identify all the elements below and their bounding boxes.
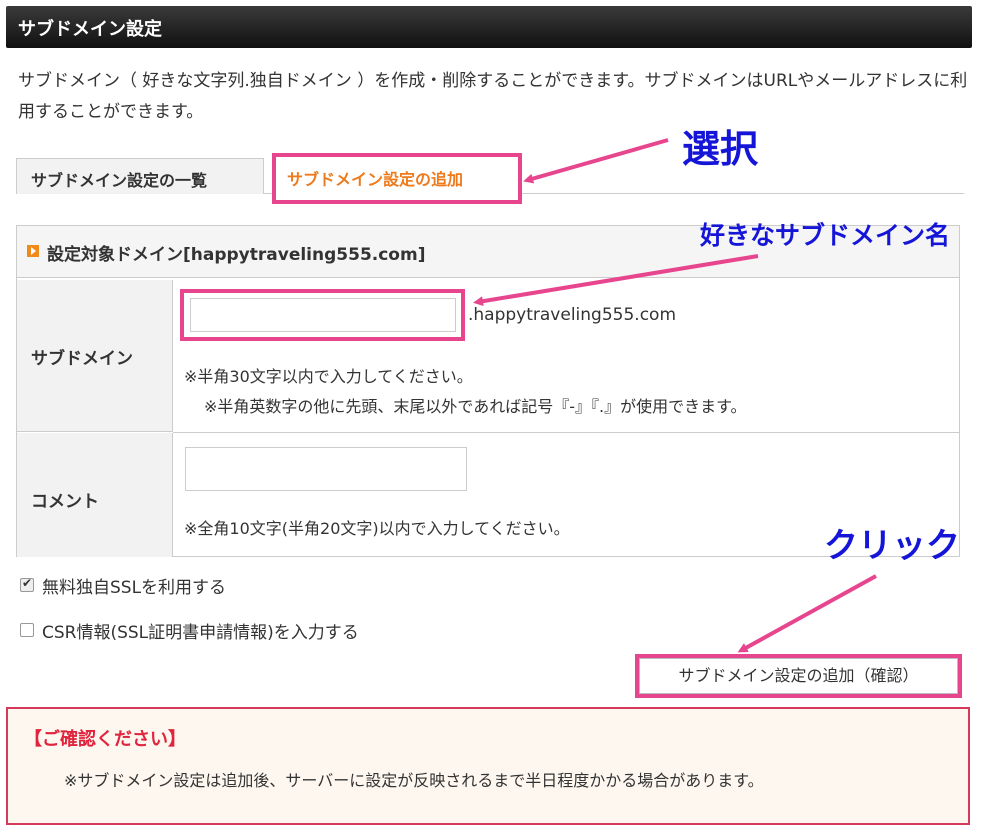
comment-input[interactable] (185, 447, 467, 491)
subdomain-label-cell: サブドメイン (17, 280, 173, 432)
subdomain-input[interactable] (190, 298, 456, 332)
annotation-subdomain-name: 好きなサブドメイン名 (700, 221, 951, 250)
tab-subdomain-add[interactable]: サブドメイン設定の追加 (272, 153, 522, 204)
confirm-button-highlight: サブドメイン設定の追加（確認） (635, 654, 962, 698)
tab-subdomain-list[interactable]: サブドメイン設定の一覧 (16, 158, 264, 194)
csr-checkbox-label[interactable]: CSR情報(SSL証明書申請情報)を入力する (42, 618, 359, 643)
target-domain-heading: 設定対象ドメイン[happytraveling555.com] (47, 245, 426, 265)
page-title: サブドメイン設定 (18, 19, 162, 40)
notice-text: ※サブドメイン設定は追加後、サーバーに設定が反映されるまで半日程度かかる場合があ… (64, 771, 764, 790)
orange-arrow-icon (27, 245, 39, 257)
subdomain-input-highlight (180, 289, 465, 341)
subdomain-label: サブドメイン (31, 349, 133, 369)
intro-text: サブドメイン（ 好きな文字列.独自ドメイン ）を作成・削除することができます。サ… (18, 71, 968, 122)
arrow-to-add-tab (523, 138, 669, 184)
subdomain-note-chars: ※半角英数字の他に先頭、末尾以外であれば記号『-』『.』が使用できます。 (204, 397, 747, 416)
comment-label-cell: コメント (17, 433, 173, 557)
settings-panel: 設定対象ドメイン[happytraveling555.com] サブドメイン コ… (16, 225, 960, 557)
comment-note: ※全角10文字(半角20文字)以内で入力してください。 (184, 519, 570, 538)
ssl-checkbox[interactable] (20, 576, 34, 592)
page-header: サブドメイン設定 (6, 6, 972, 48)
csr-checkbox[interactable] (20, 623, 34, 637)
subdomain-note-length: ※半角30文字以内で入力してください。 (184, 367, 473, 386)
add-subdomain-confirm-button[interactable]: サブドメイン設定の追加（確認） (639, 658, 958, 694)
arrow-to-confirm-button (737, 574, 877, 653)
domain-suffix: .happytraveling555.com (468, 305, 677, 325)
ssl-checkbox-label[interactable]: 無料独自SSLを利用する (42, 573, 226, 598)
row-divider (173, 432, 959, 433)
annotation-select: 選択 (682, 127, 759, 171)
notice-box: 【ご確認ください】 ※サブドメイン設定は追加後、サーバーに設定が反映されるまで半… (6, 707, 970, 825)
notice-title: 【ご確認ください】 (24, 729, 186, 750)
comment-label: コメント (31, 492, 99, 512)
annotation-click: クリック (824, 526, 960, 566)
